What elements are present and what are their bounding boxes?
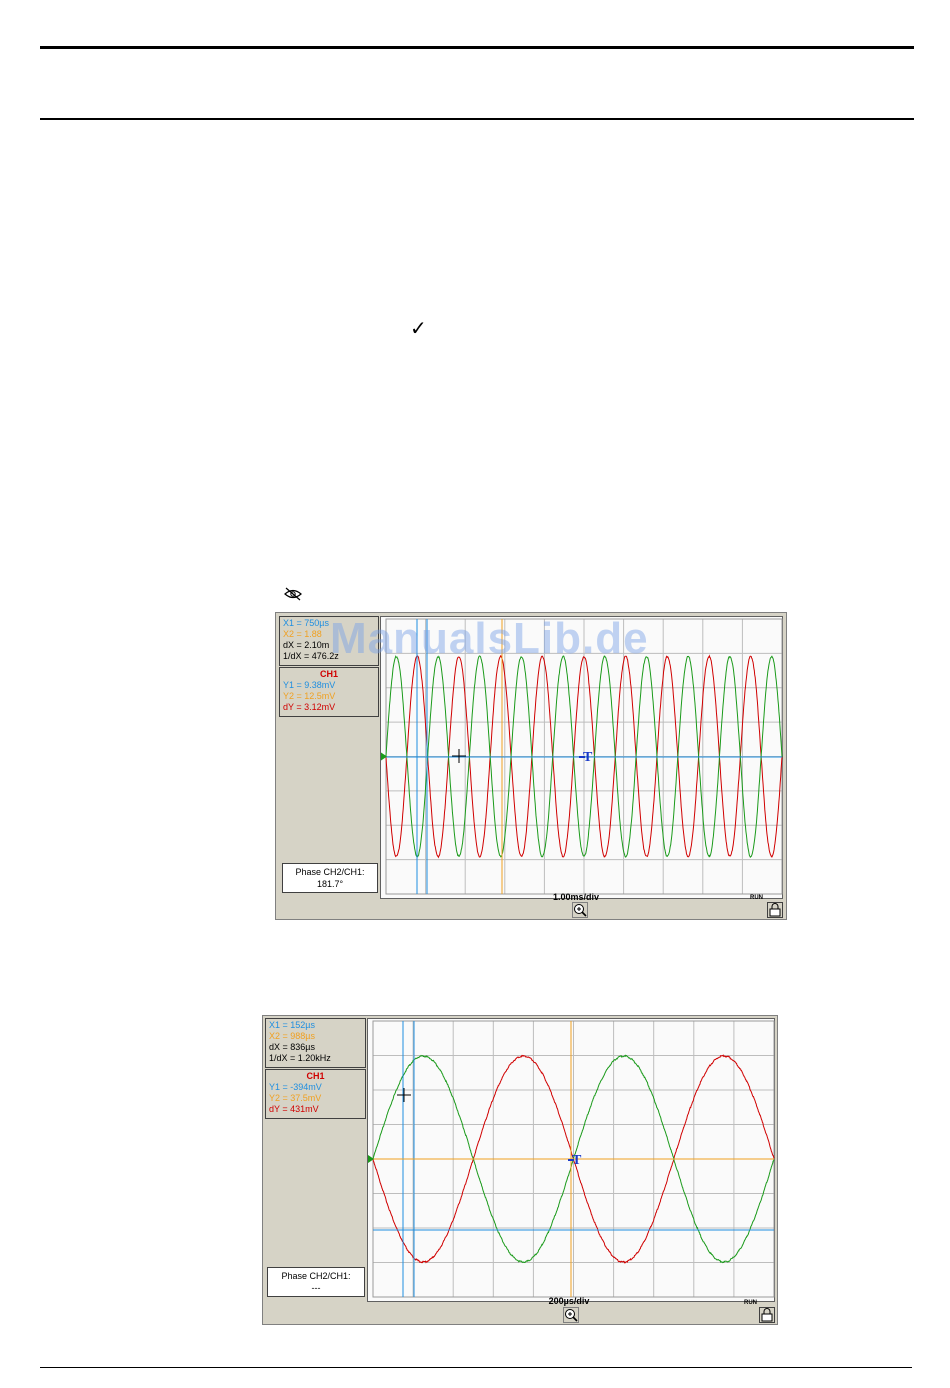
cursor-dx-value: dX = 836µs xyxy=(269,1042,315,1052)
channel-y2-value: Y2 = 12.5mV xyxy=(283,691,336,701)
cursor-inv-dx-value: 1/dX = 476.2z xyxy=(283,651,339,661)
scope-window-2: X1 = 152µs X2 = 988µs dX = 836µs 1/dX = … xyxy=(262,1015,778,1325)
channel-info-box: CH1 Y1 = -394mV Y2 = 37.5mV dY = 431mV xyxy=(265,1069,366,1119)
channel-title: CH1 xyxy=(306,1071,325,1081)
cursor-inv-dx-value: 1/dX = 1.20kHz xyxy=(269,1053,331,1063)
phase-label: Phase CH2/CH1: xyxy=(281,1271,351,1281)
lock-icon[interactable] xyxy=(767,902,783,918)
cursor-x1-value: X1 = 750µs xyxy=(283,618,329,628)
run-status-label: RUN xyxy=(750,895,763,901)
cursor-x2-value: X2 = 988µs xyxy=(269,1031,315,1041)
phase-value: 181.7° xyxy=(316,879,344,889)
hidden-view-icon xyxy=(284,587,302,601)
channel-y1-value: Y1 = -394mV xyxy=(269,1082,322,1092)
waveform-svg: T xyxy=(381,618,783,895)
header-rule-bottom xyxy=(40,118,914,120)
cursor-info-box: X1 = 750µs X2 = 1.88 dX = 2.10m 1/dX = 4… xyxy=(279,616,379,666)
channel-info-box: CH1 Y1 = 9.38mV Y2 = 12.5mV dY = 3.12mV xyxy=(279,667,379,717)
cursor-x1-value: X1 = 152µs xyxy=(269,1020,315,1030)
zoom-icon[interactable] xyxy=(572,902,588,918)
cursor-info-box: X1 = 152µs X2 = 988µs dX = 836µs 1/dX = … xyxy=(265,1018,366,1068)
channel-title: CH1 xyxy=(319,669,338,679)
waveform-plot[interactable]: T xyxy=(380,616,783,899)
phase-value: --- xyxy=(311,1283,321,1293)
channel-y2-value: Y2 = 37.5mV xyxy=(269,1093,322,1103)
cursor-x2-value: X2 = 1.88 xyxy=(283,629,322,639)
zoom-icon[interactable] xyxy=(563,1307,579,1323)
phase-label: Phase CH2/CH1: xyxy=(295,867,365,877)
channel-dy-value: dY = 3.12mV xyxy=(283,702,336,712)
channel-dy-value: dY = 431mV xyxy=(269,1104,319,1114)
footer-rule xyxy=(40,1367,912,1368)
lock-icon[interactable] xyxy=(759,1307,775,1323)
phase-box: Phase CH2/CH1: --- xyxy=(267,1267,365,1297)
scope-window-1: X1 = 750µs X2 = 1.88 dX = 2.10m 1/dX = 4… xyxy=(275,612,787,920)
waveform-svg: T xyxy=(368,1020,775,1298)
waveform-plot[interactable]: T xyxy=(367,1018,775,1302)
checkmark-icon: ✓ xyxy=(410,316,427,340)
phase-box: Phase CH2/CH1: 181.7° xyxy=(282,863,378,893)
timebase-label: 200µs/div xyxy=(548,1296,590,1306)
timebase-label: 1.00ms/div xyxy=(552,892,600,902)
channel-y1-value: Y1 = 9.38mV xyxy=(283,680,336,690)
run-status-label: RUN xyxy=(744,1300,757,1306)
header-rule-top xyxy=(40,46,914,49)
cursor-dx-value: dX = 2.10m xyxy=(283,640,330,650)
